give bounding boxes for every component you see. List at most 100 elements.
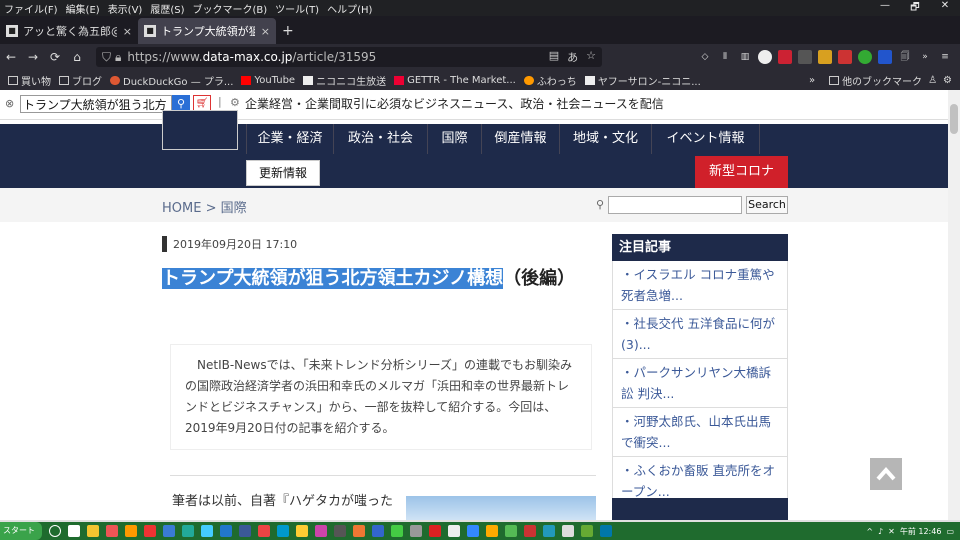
star-icon[interactable]: ☆ — [586, 49, 596, 65]
close-window-button[interactable]: ✕ — [930, 0, 960, 17]
app-icon[interactable] — [448, 525, 460, 537]
taskview-icon[interactable] — [68, 525, 80, 537]
bookmark-item[interactable]: ヤフーサロン-ニコニ... — [584, 73, 701, 88]
menu-edit[interactable]: 編集(E) — [62, 1, 104, 16]
extension-icon[interactable] — [818, 50, 832, 64]
nav-item-politics[interactable]: 政治・社会 — [334, 124, 428, 154]
menu-tools[interactable]: ツール(T) — [271, 1, 323, 16]
app-icon[interactable] — [239, 525, 251, 537]
app-icon[interactable] — [163, 525, 175, 537]
extension-icon[interactable]: 🗐 — [898, 50, 912, 64]
account-icon[interactable]: ♙ — [928, 75, 937, 86]
app-icon[interactable] — [182, 525, 194, 537]
menu-help[interactable]: ヘルプ(H) — [323, 1, 376, 16]
sidebar-item[interactable]: ・イスラエル コロナ重篤や死者急増... — [612, 261, 788, 310]
app-icon[interactable] — [220, 525, 232, 537]
settings-icon[interactable]: ⚙ — [230, 96, 240, 109]
url-bar[interactable]: ⛉ 🔒︎ https://www.data-max.co.jp/article/… — [96, 47, 602, 67]
tools-icon[interactable]: ⚙ — [943, 75, 952, 86]
bookmark-item[interactable]: DuckDuckGo — プラ... — [110, 73, 233, 88]
extension-icon[interactable] — [778, 50, 792, 64]
reload-icon[interactable]: ⟳ — [44, 50, 66, 64]
vertical-scrollbar[interactable] — [948, 90, 960, 520]
sidebar-item[interactable]: ・社長交代 五洋食品に何が(3)... — [612, 310, 788, 359]
app-icon[interactable] — [315, 525, 327, 537]
app-icon[interactable] — [600, 525, 612, 537]
app-icon[interactable] — [562, 525, 574, 537]
tab-1[interactable]: ■ アッと驚く為五郎@ゼ × — [0, 18, 138, 44]
app-icon[interactable] — [106, 525, 118, 537]
sidebar-icon[interactable]: ▥ — [738, 50, 752, 64]
nav-item-bankruptcy[interactable]: 倒産情報 — [482, 124, 560, 154]
bookmark-item[interactable]: GETTR - The Market... — [394, 75, 516, 86]
reader-view-icon[interactable]: ▤ — [549, 49, 559, 65]
app-icon[interactable] — [391, 525, 403, 537]
other-bookmarks[interactable]: 他のブックマーク — [829, 73, 922, 88]
app-icon[interactable] — [410, 525, 422, 537]
back-to-top-button[interactable] — [870, 458, 902, 490]
sidebar-item[interactable]: ・河野太郎氏、山本氏出馬で衝突... — [612, 408, 788, 457]
covid-button[interactable]: 新型コロナ — [695, 156, 788, 188]
app-icon[interactable] — [505, 525, 517, 537]
close-tab-icon[interactable]: × — [261, 25, 270, 38]
update-info-button[interactable]: 更新情報 — [246, 160, 320, 186]
extension-icon[interactable] — [858, 50, 872, 64]
back-icon[interactable]: ← — [0, 50, 22, 64]
tray-chevron-icon[interactable]: ^ — [866, 527, 873, 536]
app-icon[interactable] — [486, 525, 498, 537]
app-icon[interactable] — [296, 525, 308, 537]
new-tab-button[interactable]: + — [276, 18, 300, 44]
bookmark-item[interactable]: ニコニコ生放送 — [303, 73, 386, 88]
app-icon[interactable] — [543, 525, 555, 537]
bookmark-item[interactable]: YouTube — [241, 75, 295, 86]
nav-item-international[interactable]: 国際 — [428, 124, 482, 154]
clear-icon[interactable]: ⊗ — [5, 97, 14, 110]
volume-icon[interactable]: ♪ — [878, 527, 883, 536]
hamburger-menu-icon[interactable]: ≡ — [938, 50, 952, 64]
app-icon[interactable] — [429, 525, 441, 537]
bookmark-folder[interactable]: 買い物 — [8, 73, 51, 88]
pocket-icon[interactable]: ◇ — [698, 50, 712, 64]
app-icon[interactable] — [277, 525, 289, 537]
nav-item-business[interactable]: 企業・経済 — [246, 124, 334, 154]
site-logo[interactable] — [162, 110, 238, 150]
close-tab-icon[interactable]: × — [123, 25, 132, 38]
search-button[interactable]: Search — [746, 196, 788, 214]
tab-2[interactable]: ■ トランプ大統領が狙う北 × — [138, 18, 276, 44]
menu-bookmarks[interactable]: ブックマーク(B) — [189, 1, 272, 16]
app-icon[interactable] — [125, 525, 137, 537]
bookmark-folder[interactable]: ブログ — [59, 73, 102, 88]
nav-item-events[interactable]: イベント情報 — [652, 124, 760, 154]
home-icon[interactable]: ⌂ — [66, 50, 88, 64]
menu-history[interactable]: 履歴(S) — [146, 1, 188, 16]
menu-view[interactable]: 表示(V) — [104, 1, 147, 16]
breadcrumb[interactable]: HOME > 国際 — [162, 197, 247, 216]
nav-item-regional[interactable]: 地域・文化 — [560, 124, 652, 154]
app-icon[interactable] — [201, 525, 213, 537]
app-icon[interactable] — [372, 525, 384, 537]
search-icon[interactable] — [49, 525, 61, 537]
overflow-menu-icon[interactable]: » — [918, 50, 932, 64]
extension-icon[interactable] — [798, 50, 812, 64]
library-icon[interactable]: ⫴ — [718, 50, 732, 64]
app-icon[interactable] — [581, 525, 593, 537]
lock-icon[interactable]: 🔒︎ — [115, 50, 121, 65]
clock[interactable]: 午前 12:46 — [900, 526, 942, 537]
bookmarks-overflow-icon[interactable]: » — [809, 75, 815, 86]
start-button[interactable]: スタート — [0, 522, 42, 540]
site-search-input[interactable] — [608, 196, 742, 214]
app-icon[interactable] — [353, 525, 365, 537]
bookmark-item[interactable]: ふわっち — [523, 73, 577, 88]
forward-icon[interactable]: → — [22, 50, 44, 64]
app-icon[interactable] — [524, 525, 536, 537]
extension-icon[interactable] — [878, 50, 892, 64]
app-icon[interactable] — [87, 525, 99, 537]
extension-icon[interactable] — [758, 50, 772, 64]
search-input[interactable]: トランプ大統領が狙う北方 — [20, 95, 172, 113]
menu-file[interactable]: ファイル(F) — [0, 1, 62, 16]
app-icon[interactable] — [144, 525, 156, 537]
restore-button[interactable]: 🗗 — [900, 0, 930, 17]
app-icon[interactable] — [467, 525, 479, 537]
extension-icon[interactable] — [838, 50, 852, 64]
scrollbar-thumb[interactable] — [950, 104, 958, 134]
